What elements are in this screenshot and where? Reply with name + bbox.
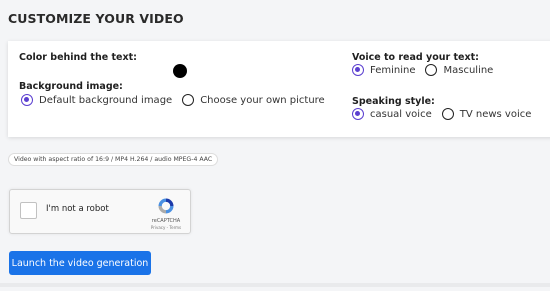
voice-masculine-radio[interactable] — [425, 64, 438, 76]
page: CUSTOMIZE YOUR VIDEO Color behind the te… — [0, 0, 550, 291]
recaptcha-logo-icon — [158, 198, 174, 214]
recaptcha-widget: I'm not a robot reCAPTCHA Privacy - Term… — [9, 189, 191, 234]
style-radio-group: casual voice TV news voice — [352, 108, 541, 120]
footer-divider — [0, 283, 550, 287]
bg-default-radio[interactable] — [21, 94, 33, 106]
style-tvnews-radio[interactable] — [441, 108, 454, 120]
options-card: Color behind the text: Background image:… — [8, 41, 550, 137]
video-format-info: Video with aspect ratio of 16:9 / MP4 H.… — [8, 153, 219, 166]
style-tvnews-label[interactable]: TV news voice — [460, 109, 532, 120]
speaking-style-label: Speaking style: — [352, 96, 435, 107]
voice-masculine-label[interactable]: Masculine — [443, 65, 493, 76]
style-casual-radio[interactable] — [352, 108, 364, 120]
voice-feminine-label[interactable]: Feminine — [370, 65, 415, 76]
bg-custom-label[interactable]: Choose your own picture — [200, 95, 325, 106]
color-label: Color behind the text: — [19, 52, 137, 63]
recaptcha-checkbox[interactable] — [20, 202, 37, 219]
background-image-label: Background image: — [19, 81, 123, 92]
bg-default-label[interactable]: Default background image — [39, 95, 172, 106]
recaptcha-terms-link[interactable]: Privacy - Terms — [144, 225, 188, 230]
background-radio-group: Default background image Choose your own… — [21, 94, 335, 106]
page-title: CUSTOMIZE YOUR VIDEO — [8, 11, 184, 26]
voice-radio-group: Feminine Masculine — [352, 64, 503, 76]
recaptcha-brand: reCAPTCHA — [151, 218, 181, 224]
voice-label: Voice to read your text: — [352, 52, 479, 63]
voice-feminine-radio[interactable] — [352, 64, 364, 76]
bg-custom-radio[interactable] — [182, 94, 195, 106]
color-picker-swatch[interactable] — [173, 64, 187, 78]
recaptcha-label: I'm not a robot — [46, 204, 109, 214]
launch-video-button[interactable]: Launch the video generation — [9, 251, 151, 275]
style-casual-label[interactable]: casual voice — [370, 109, 432, 120]
